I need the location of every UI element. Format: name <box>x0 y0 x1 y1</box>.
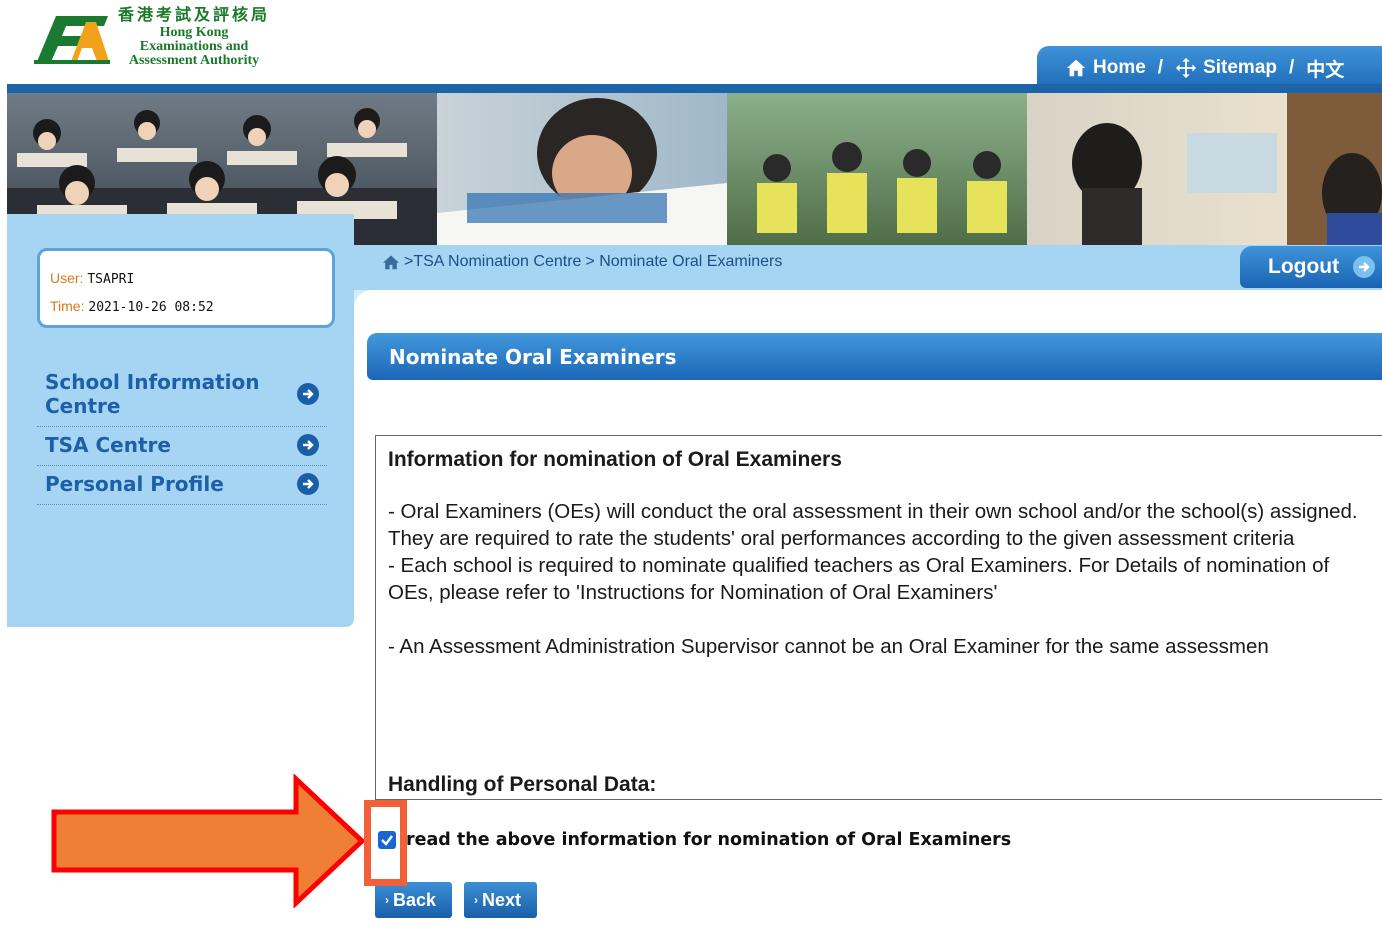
info-paragraph: - Each school is required to nominate qu… <box>388 554 1330 604</box>
info-heading: Information for nomination of Oral Exami… <box>388 448 842 471</box>
time-value: 2021-10-26 08:52 <box>88 300 214 315</box>
home-icon[interactable] <box>382 254 400 270</box>
hkeaa-logo[interactable]: 香港考試及評核局 Hong Kong Examinations and Asse… <box>34 6 294 70</box>
logout-label: Logout <box>1268 255 1340 278</box>
logo-chinese-name: 香港考試及評核局 <box>118 7 271 24</box>
next-label: Next <box>482 889 522 910</box>
logo-english-line: Examinations and <box>139 39 249 54</box>
left-panel: User: TSAPRI Time: 2021-10-26 08:52 Scho… <box>7 214 354 627</box>
breadcrumb: >TSA Nomination Centre > Nominate Oral E… <box>382 253 782 271</box>
info-paragraph: - Oral Examiners (OEs) will conduct the … <box>388 500 1358 550</box>
info-paragraph: - An Assessment Administration Superviso… <box>388 635 1269 658</box>
nav-separator: / <box>1157 57 1164 78</box>
back-label: Back <box>393 889 437 910</box>
user-info-box: User: TSAPRI Time: 2021-10-26 08:52 <box>37 248 335 328</box>
button-group: › Back › Next <box>375 882 538 918</box>
section-title: Nominate Oral Examiners <box>367 333 1382 380</box>
sidebar-item-label: TSA Centre <box>45 433 171 457</box>
sitemap-label: Sitemap <box>1203 57 1277 78</box>
user-label: User: <box>50 270 84 286</box>
agree-label[interactable]: read the above information for nominatio… <box>406 830 1011 850</box>
sidebar-menu: School Information Centre TSA Centre Pers… <box>37 364 327 505</box>
nav-separator: / <box>1289 57 1295 78</box>
sidebar-item-label: Personal Profile <box>45 472 224 496</box>
sitemap-link[interactable]: Sitemap <box>1175 57 1277 79</box>
time-label: Time: <box>50 298 85 314</box>
arrow-right-circle-icon <box>297 383 319 405</box>
home-link[interactable]: Home <box>1065 57 1146 79</box>
information-box[interactable]: Information for nomination of Oral Exami… <box>375 435 1382 800</box>
breadcrumb-current-page: > Nominate Oral Examiners <box>585 253 783 270</box>
chinese-language-link[interactable]: 中文 <box>1306 55 1344 82</box>
hkeaa-logo-icon <box>34 16 110 64</box>
sidebar-item-label: School Information Centre <box>45 370 260 418</box>
home-label: Home <box>1093 57 1146 78</box>
sidebar-item-label-line: School Information <box>45 370 260 394</box>
sidebar-item-label-line: Centre <box>45 394 121 418</box>
annotation-arrow-icon <box>51 774 366 908</box>
arrow-right-circle-icon <box>297 473 319 495</box>
arrow-right-circle-icon <box>297 434 319 456</box>
logo-text: 香港考試及評核局 Hong Kong Examinations and Asse… <box>118 6 270 68</box>
back-button[interactable]: › Back <box>375 882 453 918</box>
breadcrumb-tsa-nomination-centre[interactable]: >TSA Nomination Centre <box>404 253 581 271</box>
main-content: Nominate Oral Examiners Information for … <box>354 290 1382 927</box>
logo-english-line: Hong Kong <box>159 25 229 40</box>
move-arrows-icon <box>1175 57 1197 79</box>
chevron-right-icon: › <box>474 893 479 907</box>
sidebar-item-tsa-centre[interactable]: TSA Centre <box>37 427 327 466</box>
sidebar-item-personal-profile[interactable]: Personal Profile <box>37 466 327 505</box>
user-value: TSAPRI <box>87 272 135 287</box>
logo-english-line: Assessment Authority <box>128 53 260 68</box>
header-divider <box>7 84 1382 93</box>
annotation-highlight-box <box>364 800 407 886</box>
home-icon <box>1066 59 1086 77</box>
sidebar-item-school-information-centre[interactable]: School Information Centre <box>37 364 327 427</box>
next-button[interactable]: › Next <box>464 882 538 918</box>
agree-row: read the above information for nominatio… <box>378 830 1011 850</box>
chinese-label: 中文 <box>1306 59 1345 81</box>
personal-data-heading: Handling of Personal Data: <box>388 773 657 796</box>
arrow-right-circle-icon <box>1353 256 1376 278</box>
chevron-right-icon: › <box>385 893 389 907</box>
logout-button[interactable]: Logout <box>1240 246 1382 288</box>
